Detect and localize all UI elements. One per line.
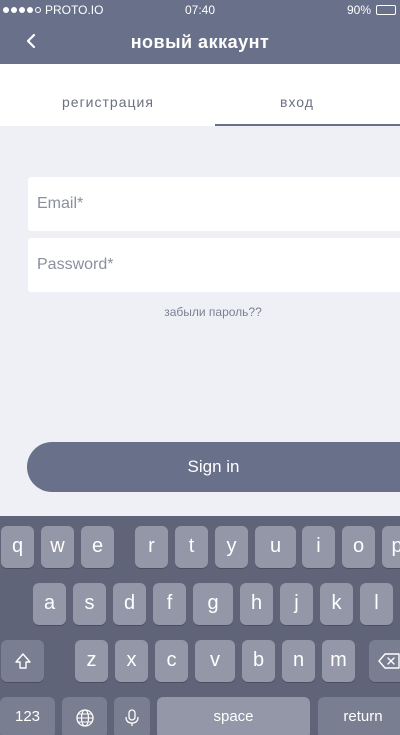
tab-register-label: регистрация [62, 94, 154, 110]
key-d[interactable]: d [113, 583, 146, 625]
key-z[interactable]: z [75, 640, 108, 682]
key-k[interactable]: k [320, 583, 353, 625]
key-b[interactable]: b [242, 640, 275, 682]
key-v[interactable]: v [195, 640, 235, 682]
key-p[interactable]: p [382, 526, 400, 568]
space-key[interactable]: space [157, 697, 310, 735]
key-m[interactable]: m [322, 640, 355, 682]
key-o[interactable]: o [342, 526, 375, 568]
key-g[interactable]: g [193, 583, 233, 625]
tab-login-label: вход [280, 94, 314, 110]
page-title: новый аккаунт [130, 32, 270, 52]
keyboard: q w e r t y u i o p a s d f g h j k l z … [0, 516, 400, 735]
key-i[interactable]: i [302, 526, 335, 568]
key-f[interactable]: f [153, 583, 186, 625]
microphone-icon [125, 709, 139, 726]
key-c[interactable]: c [155, 640, 188, 682]
battery-percent: 90% [346, 3, 371, 17]
key-e[interactable]: e [81, 526, 114, 568]
globe-key[interactable] [62, 697, 107, 735]
key-r[interactable]: r [135, 526, 168, 568]
backspace-icon [378, 653, 400, 669]
sign-in-button[interactable]: Sign in [27, 442, 400, 492]
status-bar: PROTO.IO 07:40 90% [0, 0, 400, 20]
globe-icon [75, 709, 94, 727]
email-field[interactable] [28, 177, 400, 231]
key-n[interactable]: n [282, 640, 315, 682]
key-q[interactable]: q [1, 526, 34, 568]
tab-register[interactable]: регистрация [0, 64, 200, 126]
auth-tabs: регистрация вход [0, 64, 400, 126]
battery-icon [376, 5, 396, 15]
nav-bar: новый аккаунт [0, 20, 400, 64]
key-h[interactable]: h [240, 583, 273, 625]
numbers-key[interactable]: 123 [0, 697, 55, 735]
key-u[interactable]: u [255, 526, 296, 568]
key-s[interactable]: s [73, 583, 106, 625]
battery-info: 90% [347, 3, 396, 17]
forgot-password-link[interactable]: забыли пароль?? [0, 305, 400, 319]
key-t[interactable]: t [175, 526, 208, 568]
password-field-container [28, 238, 400, 292]
tab-login[interactable]: вход [200, 64, 400, 126]
return-key[interactable]: return [318, 697, 400, 735]
shift-key[interactable] [1, 640, 44, 682]
key-l[interactable]: l [360, 583, 393, 625]
shift-icon [14, 653, 31, 669]
key-y[interactable]: y [215, 526, 248, 568]
password-field[interactable] [28, 238, 400, 292]
microphone-key[interactable] [114, 697, 150, 735]
key-a[interactable]: a [33, 583, 66, 625]
key-w[interactable]: w [41, 526, 74, 568]
key-x[interactable]: x [115, 640, 148, 682]
delete-key[interactable] [369, 640, 400, 682]
forgot-password-label: забыли пароль?? [164, 305, 262, 319]
email-field-container [28, 177, 400, 231]
status-time: 07:40 [184, 3, 216, 17]
key-j[interactable]: j [280, 583, 313, 625]
